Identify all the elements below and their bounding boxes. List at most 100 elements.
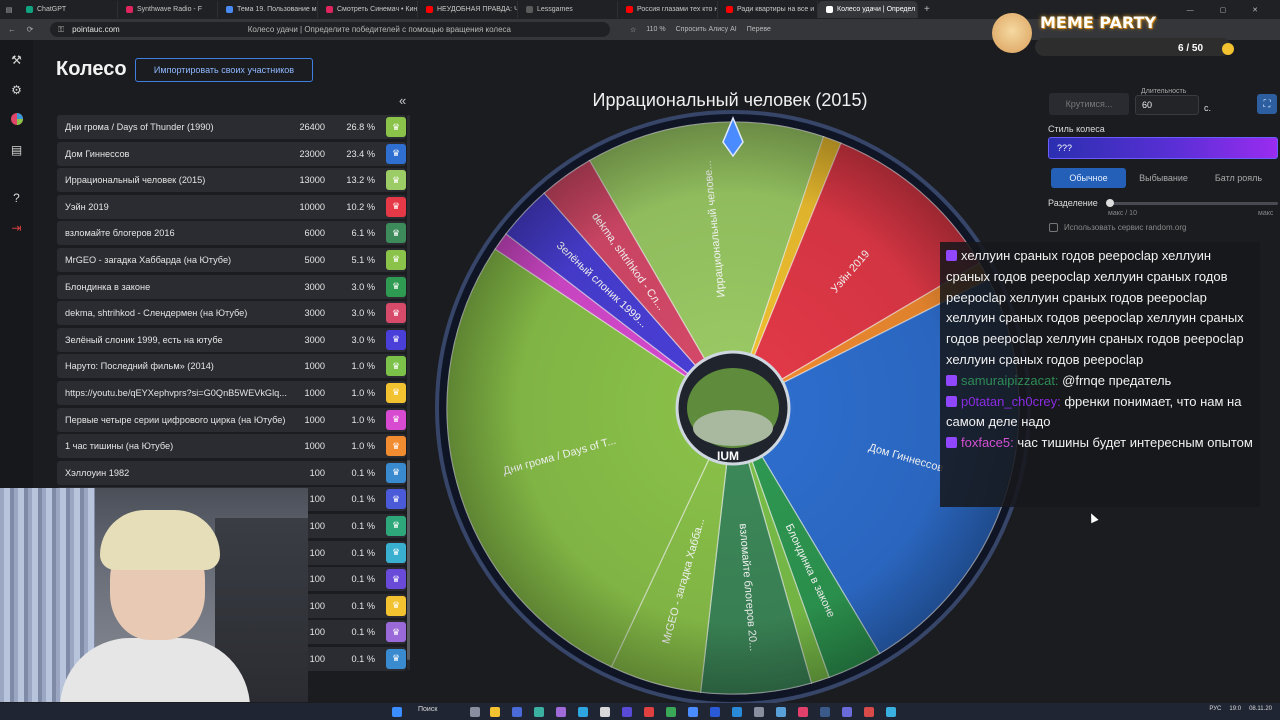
trophy-icon[interactable]: ♛ (386, 329, 406, 350)
trophy-icon[interactable]: ♛ (386, 622, 406, 643)
duration-input[interactable]: 60 (1135, 95, 1199, 115)
vscode-icon[interactable] (732, 707, 742, 717)
clock-date[interactable]: 08.11.20 (1249, 706, 1272, 712)
browser-tab[interactable]: Lessgames (518, 1, 618, 18)
trophy-icon[interactable]: ♛ (386, 648, 406, 669)
browser-tab[interactable]: ChatGPT (18, 1, 118, 18)
taskview-icon[interactable] (470, 707, 480, 717)
browser-tab[interactable]: Смотреть Синемач • Кин (318, 1, 418, 18)
logout-icon[interactable]: ⇥ (9, 220, 25, 236)
app-icon[interactable] (776, 707, 786, 717)
gear-icon[interactable]: ⚙ (9, 82, 25, 98)
tab-favicon-icon (426, 6, 433, 13)
telegram-icon[interactable] (578, 707, 588, 717)
participant-row[interactable]: Иррациональный человек (2015) 13000 13.2 %… (57, 168, 406, 193)
url-field[interactable]: ⚿ pointauc.com Колесо удачи | Определите… (50, 22, 610, 37)
participant-row[interactable]: Наруто: Последний фильм» (2014) 1000 1.0 %… (57, 354, 406, 379)
reload-icon[interactable]: ⟳ (24, 25, 36, 34)
trophy-icon[interactable]: ♛ (386, 249, 406, 270)
browser-tab[interactable]: Колесо удачи | Определ (818, 1, 918, 18)
participant-row[interactable]: dekma, shtrihkod - Слендермен (на Ютубе)… (57, 301, 406, 326)
app-icon[interactable] (754, 707, 764, 717)
start-icon[interactable] (392, 707, 402, 717)
hammer-icon[interactable]: ⚒ (9, 52, 25, 68)
participant-row[interactable]: Дни грома / Days of Thunder (1990) 26400 2… (57, 115, 406, 139)
import-participants-button[interactable]: Импортировать своих участников (135, 58, 313, 82)
browser-tab[interactable]: Тема 19. Пользование ма (218, 1, 318, 18)
random-org-checkbox[interactable]: Использовать сервис random.org (1049, 223, 1186, 232)
trophy-icon[interactable]: ♛ (386, 196, 406, 217)
trophy-icon[interactable]: ♛ (386, 462, 406, 483)
chrome-icon[interactable] (666, 707, 676, 717)
new-tab-icon[interactable]: + (924, 4, 930, 15)
trophy-icon[interactable]: ♛ (386, 382, 406, 403)
participant-row[interactable]: https://youtu.be/qEYXephvprs?si=G0QnB5WE… (57, 380, 406, 405)
explorer-icon[interactable] (490, 707, 500, 717)
checkbox-icon[interactable] (1049, 223, 1058, 232)
alice-button[interactable]: Спросить Алису AI (676, 26, 737, 33)
tab-battle-royale[interactable]: Батл рояль (1201, 168, 1276, 188)
collapse-list-icon[interactable]: « (399, 93, 406, 108)
tab-label: Тема 19. Пользование ма (237, 6, 318, 13)
app-icon[interactable] (600, 707, 610, 717)
bookmark-icon[interactable]: ☆ (630, 26, 636, 34)
tab-elimination[interactable]: Выбывание (1126, 168, 1201, 188)
taskbar-search[interactable]: Поиск (418, 706, 437, 713)
participant-row[interactable]: взломайте блогеров 2016 6000 6.1 % ♛ (57, 221, 406, 246)
trophy-icon[interactable]: ♛ (386, 436, 406, 457)
spin-button[interactable]: Крутимся... (1049, 93, 1129, 115)
split-slider[interactable] (1106, 199, 1278, 207)
trophy-icon[interactable]: ♛ (386, 569, 406, 590)
browser-tab[interactable]: НЕУДОБНАЯ ПРАВДА: Ч (418, 1, 518, 18)
trophy-icon[interactable]: ♛ (386, 276, 406, 297)
app-icon[interactable] (534, 707, 544, 717)
wheel-icon[interactable] (9, 112, 25, 128)
app-icon[interactable] (512, 707, 522, 717)
browser-menu-icon[interactable]: ▤ (0, 6, 18, 14)
music-icon[interactable] (798, 707, 808, 717)
split-slider-knob[interactable] (1106, 199, 1114, 207)
app-icon[interactable] (886, 707, 896, 717)
steam-icon[interactable] (820, 707, 830, 717)
trophy-icon[interactable]: ♛ (386, 143, 406, 164)
browser-tab[interactable]: Ради квартиры на все и (718, 1, 818, 18)
app-icon[interactable] (864, 707, 874, 717)
participant-row[interactable]: Дом Гиннессов 23000 23.4 % ♛ (57, 141, 406, 166)
tab-normal[interactable]: Обычное (1051, 168, 1126, 188)
help-icon[interactable]: ? (9, 190, 25, 206)
app-icon[interactable] (556, 707, 566, 717)
participant-row[interactable]: Уэйн 2019 10000 10.2 % ♛ (57, 194, 406, 219)
trophy-icon[interactable]: ♛ (386, 515, 406, 536)
trophy-icon[interactable]: ♛ (386, 489, 406, 510)
app-icon[interactable] (842, 707, 852, 717)
trophy-icon[interactable]: ♛ (386, 356, 406, 377)
trophy-icon[interactable]: ♛ (386, 303, 406, 324)
list-scrollbar[interactable] (407, 115, 410, 670)
fullscreen-icon[interactable]: ⛶ (1257, 94, 1277, 114)
clipboard-icon[interactable]: ▤ (9, 142, 25, 158)
app-icon[interactable] (688, 707, 698, 717)
participant-row[interactable]: MrGEO - загадка Хаббарда (на Ютубе) 5000 5… (57, 247, 406, 272)
trophy-icon[interactable]: ♛ (386, 170, 406, 191)
clock-time[interactable]: 19:0 (1229, 706, 1241, 712)
browser-tab[interactable]: Synthwave Radio - F (118, 1, 218, 18)
trophy-icon[interactable]: ♛ (386, 542, 406, 563)
translate-button[interactable]: Переве (747, 26, 771, 33)
browser-tab[interactable]: Россия глазами тех кто н (618, 1, 718, 18)
back-icon[interactable]: ← (6, 25, 18, 34)
trophy-icon[interactable]: ♛ (386, 409, 406, 430)
trophy-icon[interactable]: ♛ (386, 595, 406, 616)
app-icon[interactable] (622, 707, 632, 717)
trophy-icon[interactable]: ♛ (386, 117, 406, 137)
yandex-icon[interactable] (644, 707, 654, 717)
participant-row[interactable]: Блондинка в законе 3000 3.0 % ♛ (57, 274, 406, 299)
language-indicator[interactable]: РУС (1209, 706, 1221, 712)
participant-row[interactable]: 1 час тишины (на Ютубе) 1000 1.0 % ♛ (57, 434, 406, 459)
zoom-level[interactable]: 110 % (646, 26, 665, 33)
app-icon[interactable] (710, 707, 720, 717)
participant-row[interactable]: Хэллоуин 1982 100 0.1 % ♛ (57, 460, 406, 485)
participant-row[interactable]: Зелёный слоник 1999, есть на ютубе 3000 3.… (57, 327, 406, 352)
wheel-style-select[interactable]: ??? (1048, 137, 1278, 159)
trophy-icon[interactable]: ♛ (386, 223, 406, 244)
participant-row[interactable]: Первые четыре серии цифрового цирка (на … (57, 407, 406, 432)
